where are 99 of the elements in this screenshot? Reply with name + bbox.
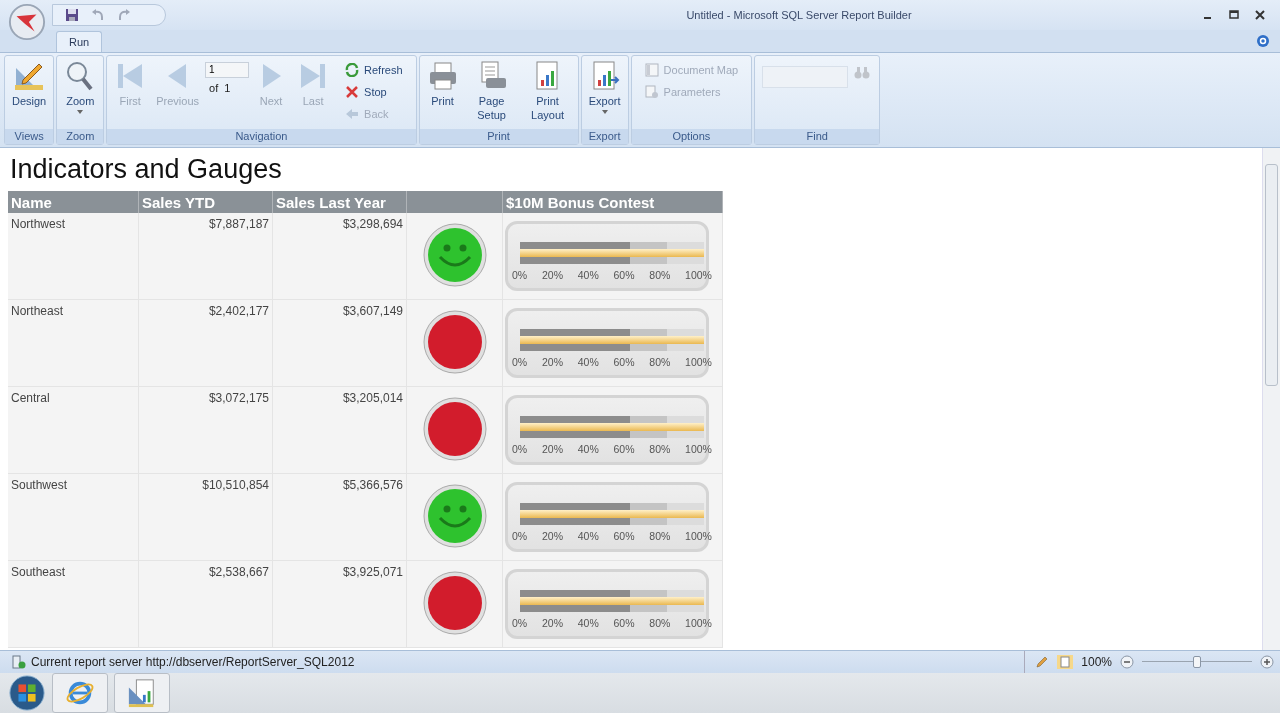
ribbon-tab[interactable]: Run (56, 30, 103, 52)
scale-label: 60% (613, 443, 635, 456)
undo-icon[interactable] (91, 7, 105, 22)
page-setup-button[interactable]: Page Setup (464, 57, 519, 124)
help-icon[interactable] (1256, 33, 1270, 48)
scale-label: 80% (649, 443, 671, 456)
close-icon[interactable] (1254, 8, 1266, 21)
print-layout-button[interactable]: Print Layout (520, 57, 575, 124)
pencil-icon[interactable] (1035, 655, 1050, 670)
group-label: Navigation (107, 129, 416, 145)
export-button[interactable]: Export (584, 57, 625, 116)
redo-icon[interactable] (117, 7, 131, 22)
scale-label: 80% (649, 356, 671, 369)
scale-label: 0% (512, 530, 528, 543)
back-arrow-icon (345, 106, 360, 121)
page-of-label: of (209, 81, 219, 94)
scale-label: 20% (541, 617, 563, 630)
server-icon (12, 655, 26, 670)
group-label: Find (755, 129, 880, 145)
scale-label: 60% (613, 530, 635, 543)
refresh-icon (345, 62, 360, 77)
group-label: Options (631, 129, 752, 145)
page-number-field[interactable]: 1 (205, 61, 250, 78)
app-logo-icon[interactable] (8, 3, 46, 41)
table-cell: Northeast (8, 299, 139, 387)
scale-label: 60% (613, 356, 635, 369)
scale-label: 100% (685, 269, 712, 282)
table-cell: $3,072,175 (138, 386, 273, 474)
scale-label: 40% (577, 269, 599, 282)
scale-label: 40% (577, 356, 599, 369)
report-title: Indicators and Gauges (10, 154, 283, 186)
zoom-percent: 100% (1081, 655, 1112, 670)
column-header: $10M Bonus Contest (502, 191, 723, 214)
scale-label: 80% (649, 530, 671, 543)
table-cell: Southeast (8, 560, 139, 648)
zoom-slider-thumb[interactable] (1193, 656, 1201, 669)
scale-label: 40% (577, 443, 599, 456)
taskbar-button[interactable] (52, 673, 108, 713)
zoom-out-icon[interactable] (1120, 655, 1134, 670)
table-cell: $2,402,177 (138, 299, 273, 387)
table-cell: $3,298,694 (272, 213, 407, 300)
scale-label: 20% (541, 443, 563, 456)
zoom-slider[interactable] (1142, 655, 1252, 670)
table-cell: $3,607,149 (272, 299, 407, 387)
scale-label: 20% (541, 356, 563, 369)
save-icon[interactable] (65, 7, 79, 22)
scale-label: 40% (577, 617, 599, 630)
column-header: Sales Last Year (272, 191, 407, 214)
group-label: Print (419, 129, 578, 145)
table-cell: $10,510,854 (138, 473, 273, 561)
stop-button[interactable]: Stop (343, 81, 405, 102)
scale-label: 0% (512, 443, 528, 456)
table-cell: $5,366,576 (272, 473, 407, 561)
column-header: Name (8, 191, 139, 214)
scale-label: 80% (649, 617, 671, 630)
table-cell: $7,887,187 (138, 213, 273, 300)
taskbar-button[interactable] (114, 673, 170, 713)
page-total: 1 (224, 81, 231, 94)
print-button[interactable]: Print (422, 57, 463, 110)
zoom-button[interactable]: Zoom (60, 57, 101, 116)
scale-label: 100% (685, 443, 712, 456)
maximize-icon[interactable] (1228, 8, 1240, 21)
table-cell: $2,538,667 (138, 560, 273, 648)
group-label: Export (581, 129, 628, 145)
table-cell: Northwest (8, 213, 139, 300)
table-cell: $3,925,071 (272, 560, 407, 648)
binoculars-icon (854, 65, 871, 80)
page-icon[interactable] (1057, 655, 1074, 670)
scale-label: 20% (541, 269, 563, 282)
window-title: Untitled - Microsoft SQL Server Report Builder (685, 8, 913, 21)
scale-label: 0% (512, 269, 528, 282)
parameters-icon (644, 84, 659, 99)
table-cell: Southwest (8, 473, 139, 561)
table-cell: Central (8, 386, 139, 474)
group-label: Views (5, 129, 54, 145)
scale-label: 60% (613, 269, 635, 282)
report-chart-icon (127, 678, 157, 708)
zoom-in-icon[interactable] (1260, 655, 1274, 670)
scale-label: 100% (685, 356, 712, 369)
start-button-icon[interactable] (8, 674, 46, 712)
panel-icon (644, 62, 659, 77)
caret-icon (601, 109, 608, 114)
status-text: Current report server http://dbserver/ReportServer_SQL2012 (31, 655, 356, 670)
scale-label: 100% (685, 617, 712, 630)
close-icon (345, 84, 360, 99)
refresh-button[interactable]: Refresh (343, 59, 405, 80)
scale-label: 80% (649, 269, 671, 282)
caret-icon (77, 109, 84, 114)
scale-label: 40% (577, 530, 599, 543)
table-cell: $3,205,014 (272, 386, 407, 474)
vertical-scrollbar[interactable] (1262, 148, 1280, 651)
design-button[interactable]: Design (8, 57, 51, 110)
scale-label: 60% (613, 617, 635, 630)
scale-label: 0% (512, 356, 528, 369)
scale-label: 0% (512, 617, 528, 630)
group-label: Zoom (57, 129, 104, 145)
column-header: Sales YTD (138, 191, 273, 214)
scale-label: 20% (541, 530, 563, 543)
scale-label: 100% (685, 530, 712, 543)
